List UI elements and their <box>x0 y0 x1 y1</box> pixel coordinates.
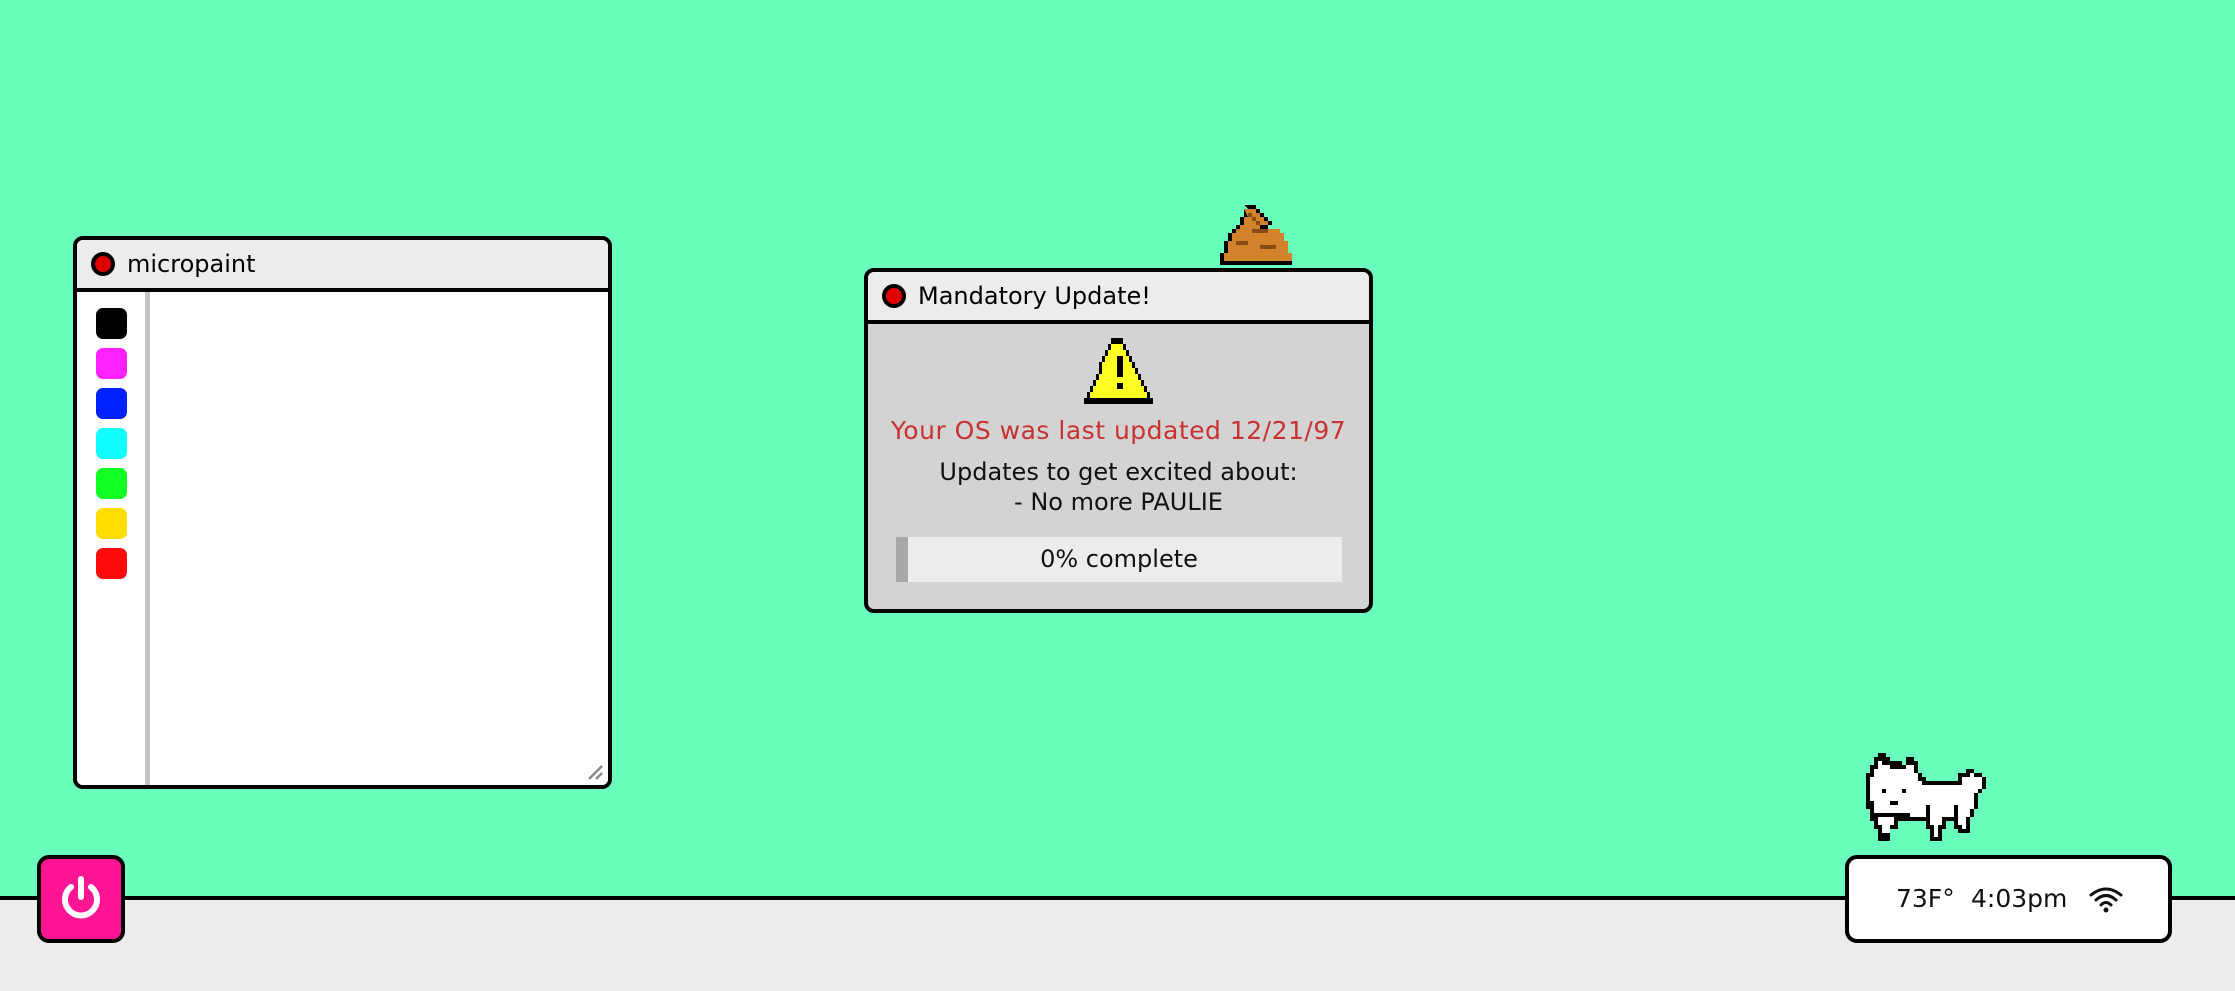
clock-text: 4:03pm <box>1971 884 2068 913</box>
excited-text: Updates to get excited about: <box>939 458 1298 486</box>
swatch-yellow[interactable] <box>96 508 127 539</box>
micropaint-title: micropaint <box>127 250 256 278</box>
micropaint-body <box>77 292 608 785</box>
resize-grip-icon[interactable] <box>586 763 604 781</box>
update-dialog[interactable]: Mandatory Update! Your OS was last updat… <box>864 268 1373 613</box>
drawing-canvas[interactable] <box>150 292 608 785</box>
swatch-black[interactable] <box>96 308 127 339</box>
swatch-blue[interactable] <box>96 388 127 419</box>
color-palette <box>77 292 150 785</box>
update-dialog-title: Mandatory Update! <box>918 282 1151 310</box>
warning-icon <box>1084 338 1153 404</box>
progress-text: 0% complete <box>1040 545 1198 573</box>
micropaint-close-button[interactable] <box>91 252 115 276</box>
desktop: micropaint Mandatory Update! Your OS was… <box>0 0 2235 991</box>
micropaint-titlebar[interactable]: micropaint <box>77 240 608 292</box>
update-dialog-body: Your OS was last updated 12/21/97 Update… <box>868 324 1369 609</box>
poop-sprite <box>1220 205 1292 265</box>
micropaint-window[interactable]: micropaint <box>73 236 612 789</box>
power-icon <box>62 876 100 919</box>
swatch-green[interactable] <box>96 468 127 499</box>
update-progress-bar: 0% complete <box>896 537 1342 582</box>
swatch-magenta[interactable] <box>96 348 127 379</box>
last-updated-text: Your OS was last updated 12/21/97 <box>890 416 1347 445</box>
dog-sprite <box>1866 753 1986 841</box>
power-button[interactable] <box>37 855 125 943</box>
update-dialog-close-button[interactable] <box>882 284 906 308</box>
temperature-text: 73F° <box>1896 884 1955 913</box>
system-tray: 73F° 4:03pm <box>1845 855 2172 943</box>
wifi-icon[interactable] <box>2089 885 2123 913</box>
update-dialog-titlebar[interactable]: Mandatory Update! <box>868 272 1369 324</box>
swatch-cyan[interactable] <box>96 428 127 459</box>
feature-text: - No more PAULIE <box>1014 488 1223 516</box>
swatch-red[interactable] <box>96 548 127 579</box>
